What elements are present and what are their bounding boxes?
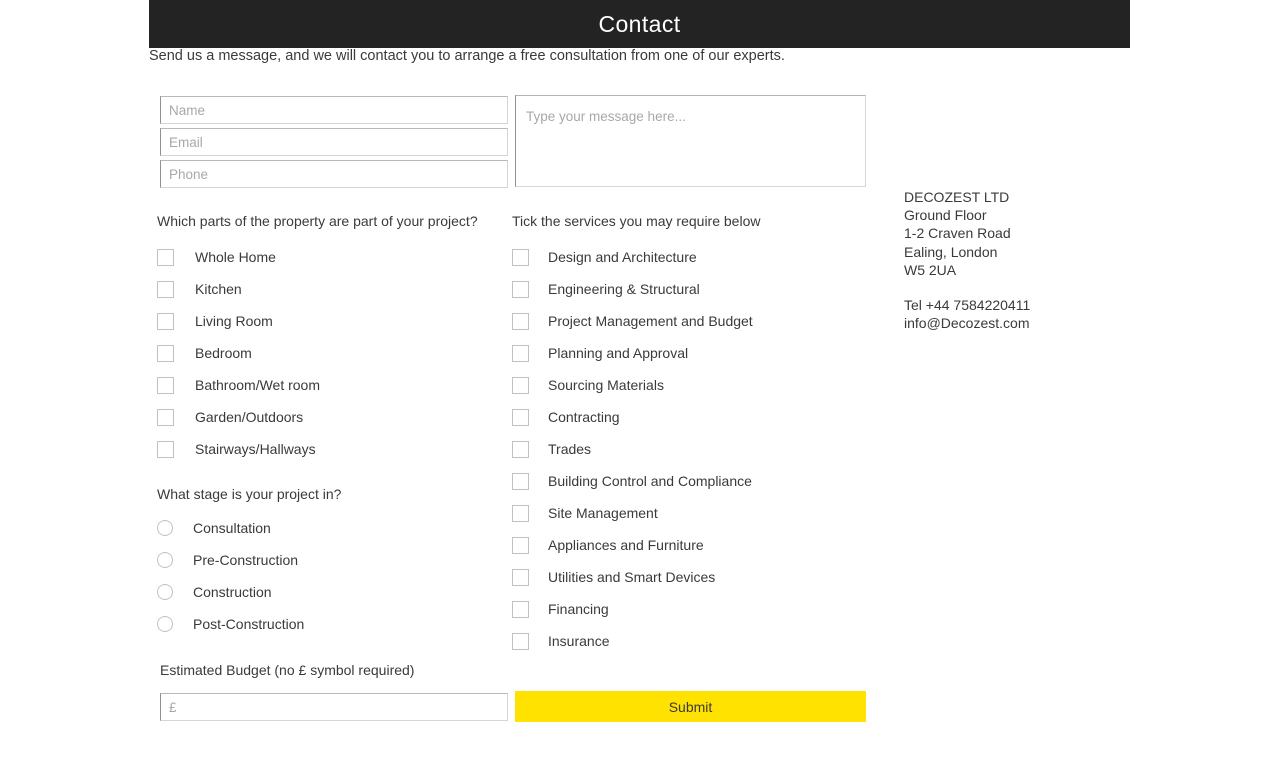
checkbox-row-garden-outdoors[interactable]: Garden/Outdoors — [157, 401, 487, 433]
radio-icon[interactable] — [157, 552, 173, 568]
checkbox-label: Bathroom/Wet room — [195, 377, 321, 393]
phone-input[interactable] — [160, 160, 508, 188]
checkbox-row-living-room[interactable]: Living Room — [157, 305, 487, 337]
checkbox-label: Site Management — [548, 505, 658, 521]
checkbox-row-trades[interactable]: Trades — [512, 433, 862, 465]
property-checkbox-list: Whole Home Kitchen Living Room Bedroom B… — [157, 241, 487, 465]
checkbox-row-stairways-hallways[interactable]: Stairways/Hallways — [157, 433, 487, 465]
contact-form: Which parts of the property are part of … — [0, 0, 1280, 766]
checkbox-icon[interactable] — [512, 536, 529, 554]
email-input[interactable] — [160, 128, 508, 156]
services-checkbox-list: Design and Architecture Engineering & St… — [512, 241, 862, 657]
checkbox-label: Engineering & Structural — [548, 281, 700, 297]
company-phone: Tel +44 7584220411 — [904, 297, 1031, 314]
budget-input[interactable] — [160, 693, 508, 721]
contact-fields-group — [160, 96, 508, 192]
radio-icon[interactable] — [157, 520, 173, 536]
checkbox-label: Project Management and Budget — [548, 313, 753, 329]
checkbox-icon[interactable] — [512, 504, 529, 522]
checkbox-row-planning-and-approval[interactable]: Planning and Approval — [512, 337, 862, 369]
checkbox-label: Insurance — [548, 633, 610, 649]
checkbox-icon[interactable] — [512, 408, 529, 426]
radio-label: Pre-Construction — [193, 552, 299, 568]
checkbox-icon[interactable] — [157, 408, 174, 426]
company-postcode: W5 2UA — [904, 261, 957, 278]
radio-label: Construction — [193, 584, 272, 600]
checkbox-label: Stairways/Hallways — [195, 441, 316, 457]
checkbox-label: Planning and Approval — [548, 345, 689, 361]
stage-radio-list: Consultation Pre-Construction Constructi… — [157, 512, 487, 640]
checkbox-label: Sourcing Materials — [548, 377, 664, 393]
company-details: DECOZEST LTD Ground Floor 1-2 Craven Roa… — [904, 188, 1030, 332]
property-question-label: Which parts of the property are part of … — [157, 213, 478, 229]
checkbox-label: Appliances and Furniture — [548, 537, 704, 553]
checkbox-icon[interactable] — [157, 312, 174, 330]
checkbox-icon[interactable] — [512, 376, 529, 394]
checkbox-label: Utilities and Smart Devices — [548, 569, 716, 585]
checkbox-row-whole-home[interactable]: Whole Home — [157, 241, 487, 273]
checkbox-label: Financing — [548, 601, 609, 617]
checkbox-row-contracting[interactable]: Contracting — [512, 401, 862, 433]
checkbox-icon[interactable] — [512, 344, 529, 362]
checkbox-icon[interactable] — [512, 312, 529, 330]
checkbox-label: Building Control and Compliance — [548, 473, 752, 489]
checkbox-label: Living Room — [195, 313, 273, 329]
checkbox-icon[interactable] — [512, 280, 529, 298]
checkbox-icon[interactable] — [157, 344, 174, 362]
radio-row-consultation[interactable]: Consultation — [157, 512, 487, 544]
checkbox-row-financing[interactable]: Financing — [512, 593, 862, 625]
checkbox-label: Whole Home — [195, 249, 276, 265]
checkbox-row-site-management[interactable]: Site Management — [512, 497, 862, 529]
checkbox-label: Contracting — [548, 409, 620, 425]
checkbox-icon[interactable] — [512, 248, 529, 266]
checkbox-row-building-control-and-compliance[interactable]: Building Control and Compliance — [512, 465, 862, 497]
property-and-stage-column: Which parts of the property are part of … — [157, 213, 487, 640]
radio-row-construction[interactable]: Construction — [157, 576, 487, 608]
radio-label: Post-Construction — [193, 616, 305, 632]
checkbox-icon[interactable] — [512, 632, 529, 650]
checkbox-label: Design and Architecture — [548, 249, 697, 265]
checkbox-icon[interactable] — [512, 600, 529, 618]
checkbox-icon[interactable] — [157, 440, 174, 458]
checkbox-label: Bedroom — [195, 345, 252, 361]
checkbox-icon[interactable] — [512, 568, 529, 586]
company-name: DECOZEST LTD — [904, 189, 1010, 205]
checkbox-row-design-and-architecture[interactable]: Design and Architecture — [512, 241, 862, 273]
project-stage-group: What stage is your project in? Consultat… — [157, 486, 487, 640]
services-question-label: Tick the services you may require below — [512, 213, 761, 229]
budget-label: Estimated Budget (no £ symbol required) — [160, 662, 415, 678]
checkbox-label: Trades — [548, 441, 592, 457]
submit-button[interactable]: Submit — [515, 691, 866, 722]
radio-row-pre-construction[interactable]: Pre-Construction — [157, 544, 487, 576]
checkbox-icon[interactable] — [157, 280, 174, 298]
checkbox-row-kitchen[interactable]: Kitchen — [157, 273, 487, 305]
checkbox-row-appliances-and-furniture[interactable]: Appliances and Furniture — [512, 529, 862, 561]
services-column: Tick the services you may require below … — [512, 213, 862, 657]
checkbox-icon[interactable] — [512, 472, 529, 490]
checkbox-row-utilities-and-smart-devices[interactable]: Utilities and Smart Devices — [512, 561, 862, 593]
stage-question-label: What stage is your project in? — [157, 486, 342, 502]
checkbox-row-sourcing-materials[interactable]: Sourcing Materials — [512, 369, 862, 401]
checkbox-label: Garden/Outdoors — [195, 409, 304, 425]
checkbox-row-bedroom[interactable]: Bedroom — [157, 337, 487, 369]
checkbox-label: Kitchen — [195, 281, 242, 297]
radio-icon[interactable] — [157, 584, 173, 600]
company-address-line-3: Ealing, London — [904, 243, 998, 260]
checkbox-row-bathroom-wet-room[interactable]: Bathroom/Wet room — [157, 369, 487, 401]
radio-row-post-construction[interactable]: Post-Construction — [157, 608, 487, 640]
radio-label: Consultation — [193, 520, 271, 536]
checkbox-row-insurance[interactable]: Insurance — [512, 625, 862, 657]
message-textarea[interactable] — [515, 95, 866, 187]
radio-icon[interactable] — [157, 616, 173, 632]
checkbox-icon[interactable] — [157, 248, 174, 266]
checkbox-icon[interactable] — [157, 376, 174, 394]
company-address-line-2: 1-2 Craven Road — [904, 225, 1011, 242]
checkbox-icon[interactable] — [512, 440, 529, 458]
checkbox-row-project-management-and-budget[interactable]: Project Management and Budget — [512, 305, 862, 337]
company-email: info@Decozest.com — [904, 315, 1030, 332]
checkbox-row-engineering-structural[interactable]: Engineering & Structural — [512, 273, 862, 305]
name-input[interactable] — [160, 96, 508, 124]
company-address-line-1: Ground Floor — [904, 207, 987, 224]
